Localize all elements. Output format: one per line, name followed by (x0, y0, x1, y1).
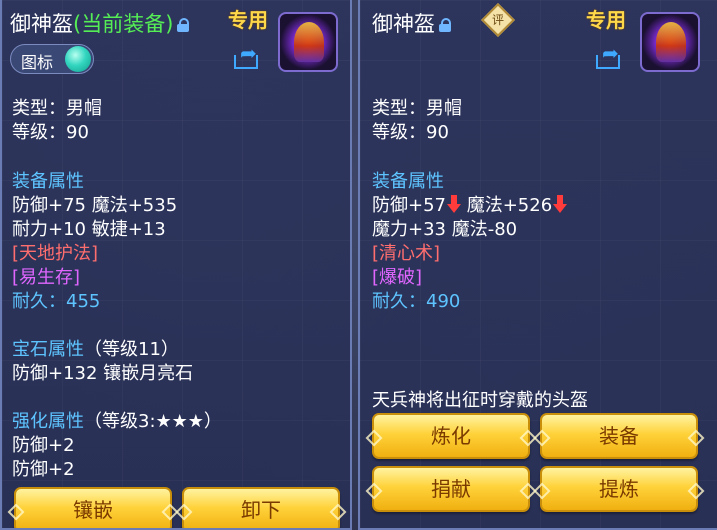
arrow-down-icon (447, 195, 461, 213)
item-name: 御神盔 (10, 12, 73, 36)
share-icon[interactable] (596, 41, 624, 69)
special-tag: 专用 (586, 8, 626, 32)
item-description: 天兵神将出征时穿戴的头盔 (372, 390, 588, 411)
skill-2: [易生存] (12, 267, 81, 288)
type-line: 类型：男帽 (12, 98, 102, 119)
enhance-line-2: 防御+2 (12, 459, 75, 480)
gem-header-line: 宝石属性（等级11） (12, 335, 179, 361)
lock-icon (177, 18, 190, 32)
attr-header: 装备属性 (372, 171, 444, 192)
enhance-level: （等级3:★★★） (84, 411, 222, 432)
attr-line-2: 耐力+10 敏捷+13 (12, 219, 166, 240)
attr-magic: 魔法+526 (461, 195, 553, 216)
skill-2: [爆破] (372, 267, 423, 288)
equip-button[interactable]: 装备 (540, 413, 698, 459)
durability: 耐久：455 (12, 291, 101, 312)
rating-badge-icon[interactable]: 评 (481, 3, 515, 37)
refine-button[interactable]: 炼化 (372, 413, 530, 459)
item-title: 御神盔(当前装备) (10, 8, 190, 38)
special-tag: 专用 (228, 8, 268, 32)
type-line: 类型：男帽 (372, 98, 462, 119)
enhance-header-line: 强化属性（等级3:★★★） (12, 407, 222, 433)
equipped-label: (当前装备) (73, 12, 174, 36)
helmet-icon[interactable] (640, 12, 700, 72)
gem-level: （等级11） (84, 339, 179, 360)
icon-toggle[interactable]: 图标 (10, 44, 94, 74)
unequip-button[interactable]: 卸下 (182, 487, 340, 528)
skill-1: [清心术] (372, 243, 441, 264)
attr-defense: 防御+57 (372, 195, 446, 216)
attr-line-1: 防御+75 魔法+535 (12, 195, 178, 216)
enhance-header: 强化属性 (12, 411, 84, 432)
skill-1: [天地护法] (12, 243, 99, 264)
helmet-icon[interactable] (278, 12, 338, 72)
attr-header: 装备属性 (12, 171, 84, 192)
item-name: 御神盔 (372, 12, 435, 36)
compare-item-panel: 御神盔 评 专用 类型：男帽 等级：90 装备属性 防御+57 魔法+526 魔… (358, 0, 717, 530)
attr-line-2: 魔力+33 魔法-80 (372, 219, 518, 240)
item-title: 御神盔 (372, 8, 451, 38)
equipped-item-panel: 御神盔(当前装备) 专用 图标 类型：男帽 等级：90 装备属性 防御+75 魔… (0, 0, 352, 530)
level-line: 等级：90 (12, 122, 89, 143)
inlay-button[interactable]: 镶嵌 (14, 487, 172, 528)
arrow-down-icon (553, 195, 568, 213)
rating-badge-text: 评 (491, 13, 504, 27)
level-line: 等级：90 (372, 122, 449, 143)
durability: 耐久：490 (372, 291, 461, 312)
enhance-line-1: 防御+2 (12, 435, 75, 456)
toggle-knob[interactable] (65, 46, 91, 72)
donate-button[interactable]: 捐献 (372, 466, 530, 512)
lock-icon (439, 18, 451, 32)
share-icon[interactable] (234, 41, 262, 69)
attr-line-1: 防御+57 魔法+526 (372, 191, 568, 217)
gem-header: 宝石属性 (12, 339, 84, 360)
extract-button[interactable]: 提炼 (540, 466, 698, 512)
toggle-label: 图标 (21, 53, 54, 72)
gem-line: 防御+132 镶嵌月亮石 (12, 363, 194, 384)
